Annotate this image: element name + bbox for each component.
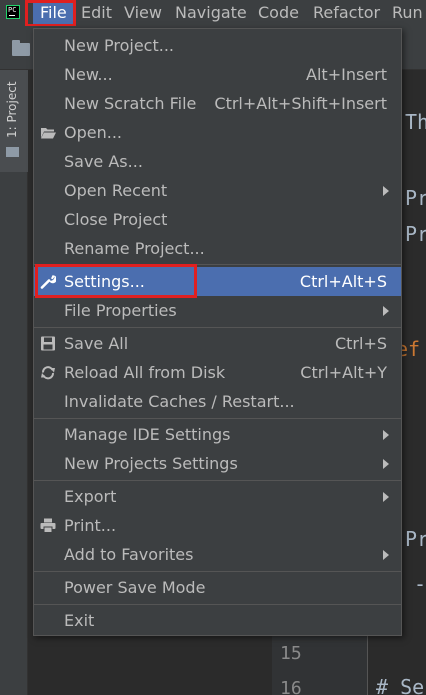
code-text: - — [414, 572, 426, 596]
menu-item-shortcut: Ctrl+S — [334, 334, 387, 353]
menu-separator — [34, 418, 401, 419]
menu-item-save-all[interactable]: Save All Ctrl+S — [34, 329, 401, 358]
menu-item-label: New Projects Settings — [64, 454, 238, 473]
submenu-arrow-icon — [383, 459, 389, 469]
file-menu-highlight-box — [25, 0, 76, 27]
folder-icon[interactable] — [12, 40, 30, 56]
line-number: 15 — [280, 643, 302, 664]
menu-item-save-as[interactable]: Save As... — [34, 147, 401, 176]
code-text: Pr — [405, 186, 426, 210]
menu-item-label: File Properties — [64, 301, 177, 320]
menu-item-file-properties[interactable]: File Properties — [34, 296, 401, 325]
code-text: Pr — [405, 527, 426, 551]
menu-navigate[interactable]: Navigate — [175, 2, 247, 24]
file-menu-dropdown: New Project... New... Alt+Insert New Scr… — [33, 28, 402, 636]
menu-item-label: New Project... — [64, 36, 174, 55]
menu-item-reload-all[interactable]: Reload All from Disk Ctrl+Alt+Y — [34, 358, 401, 387]
code-comment: # Se — [376, 675, 425, 695]
app-icon-text: PC — [8, 6, 17, 14]
menu-item-shortcut: Ctrl+Alt+S — [299, 272, 387, 291]
menu-item-label: Close Project — [64, 210, 168, 229]
menu-item-open[interactable]: Open... — [34, 118, 401, 147]
menu-item-rename-project[interactable]: Rename Project... — [34, 234, 401, 263]
menu-item-manage-ide-settings[interactable]: Manage IDE Settings — [34, 420, 401, 449]
code-text: Th — [405, 110, 426, 134]
menu-item-label: Reload All from Disk — [64, 363, 226, 382]
open-folder-icon — [41, 128, 56, 139]
submenu-arrow-icon — [383, 186, 389, 196]
menu-item-label: Save As... — [64, 152, 143, 171]
menu-item-label: New Scratch File — [64, 94, 197, 113]
menu-item-shortcut: Alt+Insert — [306, 65, 387, 84]
settings-highlight-box — [35, 264, 197, 298]
menu-refactor[interactable]: Refactor — [313, 2, 380, 24]
submenu-arrow-icon — [383, 550, 389, 560]
menu-run[interactable]: Run — [392, 2, 423, 24]
menu-item-shortcut: Ctrl+Alt+Y — [300, 363, 387, 382]
code-text: Pr — [405, 222, 426, 246]
menu-item-new[interactable]: New... Alt+Insert — [34, 60, 401, 89]
menu-item-shortcut: Ctrl+Alt+Shift+Insert — [214, 94, 387, 113]
menu-separator — [34, 480, 401, 481]
submenu-arrow-icon — [383, 430, 389, 440]
menu-item-print[interactable]: Print... — [34, 511, 401, 540]
menu-code[interactable]: Code — [258, 2, 299, 24]
submenu-arrow-icon — [383, 492, 389, 502]
menu-item-label: Exit — [64, 611, 95, 630]
menu-item-label: Open Recent — [64, 181, 168, 200]
menu-item-open-recent[interactable]: Open Recent — [34, 176, 401, 205]
menu-separator — [34, 327, 401, 328]
menu-item-label: Open... — [64, 123, 122, 142]
menu-item-new-scratch-file[interactable]: New Scratch File Ctrl+Alt+Shift+Insert — [34, 89, 401, 118]
menu-item-label: Export — [64, 487, 117, 506]
menu-item-new-project[interactable]: New Project... — [34, 31, 401, 60]
menu-separator — [34, 571, 401, 572]
submenu-arrow-icon — [383, 306, 389, 316]
menu-item-label: Save All — [64, 334, 129, 353]
tool-window-strip: 1: Project — [0, 70, 28, 695]
pycharm-logo-icon: PC — [6, 5, 20, 19]
line-number: 16 — [280, 678, 302, 695]
menu-separator — [34, 604, 401, 605]
menu-item-label: Rename Project... — [64, 239, 205, 258]
menu-item-label: Add to Favorites — [64, 545, 194, 564]
menu-item-label: New... — [64, 65, 113, 84]
menu-item-label: Manage IDE Settings — [64, 425, 231, 444]
printer-icon — [40, 518, 56, 533]
menu-item-power-save-mode[interactable]: Power Save Mode — [34, 573, 401, 602]
project-tab-label: 1: Project — [5, 81, 19, 138]
menu-item-export[interactable]: Export — [34, 482, 401, 511]
reload-icon — [41, 366, 55, 380]
menu-item-label: Power Save Mode — [64, 578, 206, 597]
menu-item-new-projects-settings[interactable]: New Projects Settings — [34, 449, 401, 478]
menu-edit[interactable]: Edit — [81, 2, 112, 24]
project-folder-icon — [6, 147, 19, 157]
menu-view[interactable]: View — [124, 2, 162, 24]
menu-item-invalidate-caches[interactable]: Invalidate Caches / Restart... — [34, 387, 401, 416]
menu-item-label: Print... — [64, 516, 117, 535]
menu-item-add-to-favorites[interactable]: Add to Favorites — [34, 540, 401, 569]
menu-item-label: Invalidate Caches / Restart... — [64, 392, 295, 411]
menu-item-exit[interactable]: Exit — [34, 606, 401, 635]
menu-item-close-project[interactable]: Close Project — [34, 205, 401, 234]
floppy-icon — [41, 336, 55, 351]
